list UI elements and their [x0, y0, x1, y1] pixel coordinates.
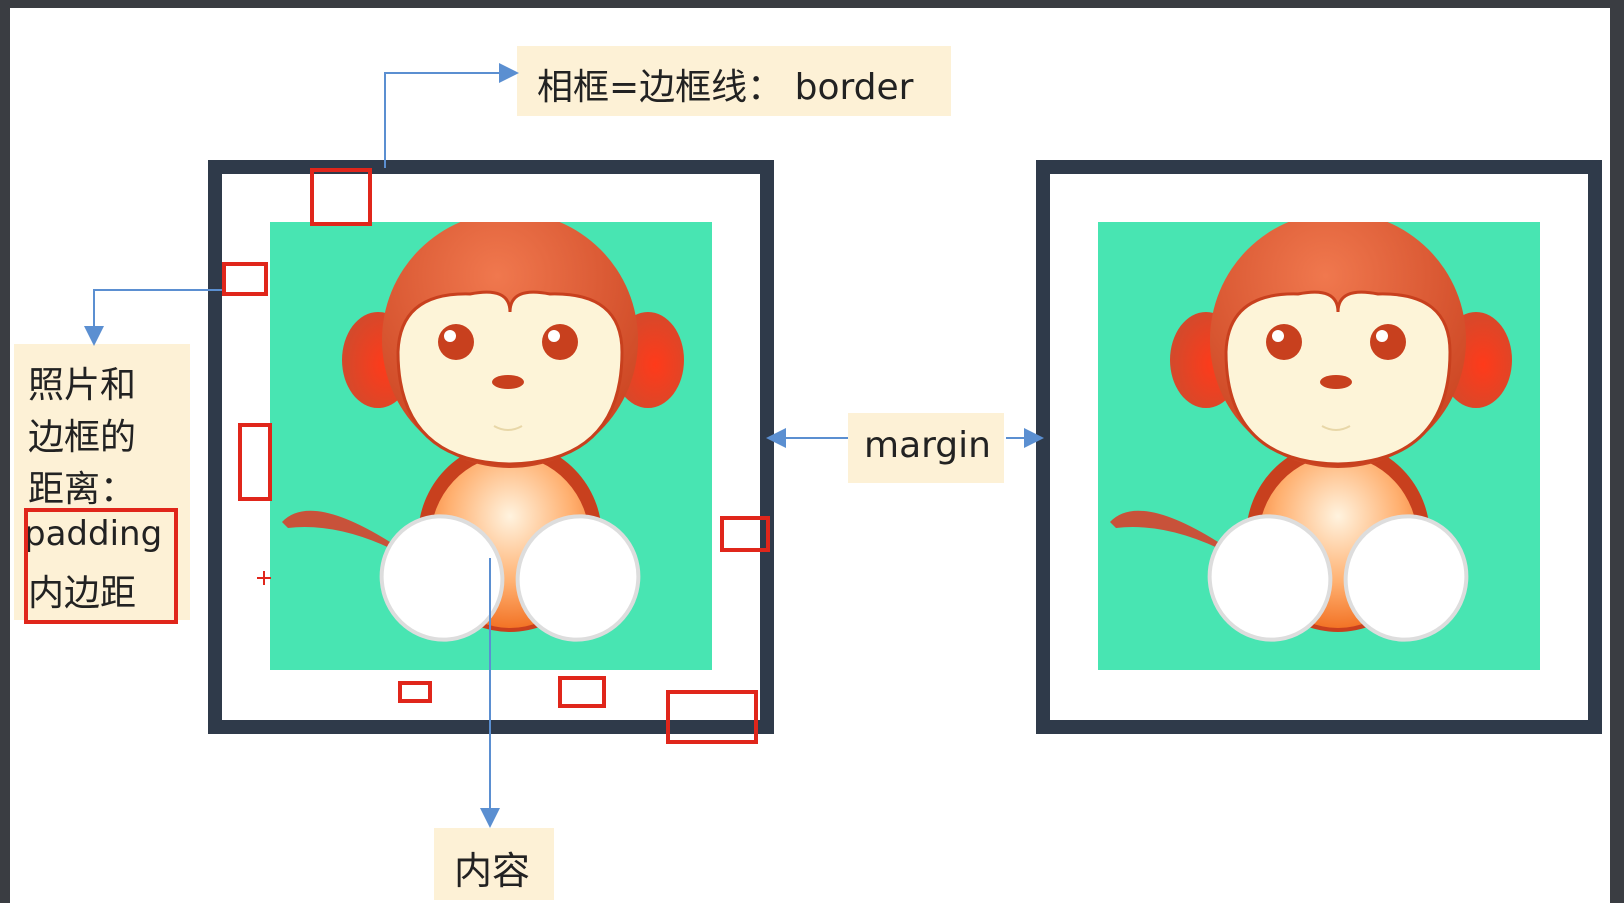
- red-marker-bottom-mid: [558, 676, 606, 708]
- slide-canvas: 相框=边框线： border 照片和 边框的 距离： padding 内边距 m…: [10, 8, 1610, 903]
- border-arrow: [384, 63, 519, 168]
- red-marker-padding-right: [720, 516, 770, 552]
- cursor-crosshair: [257, 571, 271, 585]
- red-marker-padding-side: [238, 423, 272, 501]
- red-marker-padding-text: [24, 508, 178, 624]
- red-marker-border-corner: [666, 690, 758, 744]
- padding-arrow: [84, 289, 222, 346]
- red-marker-border-top: [310, 168, 372, 226]
- red-marker-padding-left: [222, 262, 268, 296]
- red-marker-bottom-small: [398, 681, 432, 703]
